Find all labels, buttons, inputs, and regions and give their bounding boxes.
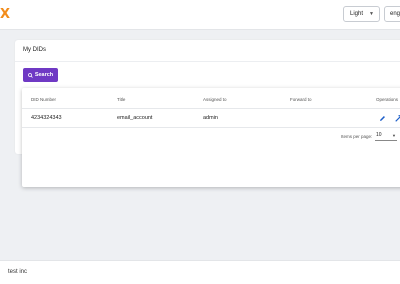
top-bar: X Light ▼ eng [0, 0, 400, 30]
search-button-label: Search [34, 72, 54, 78]
cell-title: email_account [117, 115, 153, 121]
dids-table: DID Number Title Assigned to Forward to … [22, 88, 400, 187]
cell-assigned-to: admin [203, 115, 218, 121]
column-header-did-number[interactable]: DID Number [31, 97, 56, 102]
chevron-down-icon: ▼ [369, 11, 374, 17]
divider [22, 108, 400, 109]
edit-icon[interactable] [379, 115, 386, 122]
app-logo[interactable]: X [0, 8, 10, 22]
items-per-page-select[interactable]: 10 ▼ [375, 132, 397, 141]
search-icon [27, 72, 33, 78]
items-per-page-label: Items per page: [341, 134, 373, 139]
theme-select[interactable]: Light ▼ [343, 6, 380, 22]
items-per-page-value: 10 [376, 132, 382, 138]
footer-text: test inc [8, 269, 28, 275]
column-header-operations: Operations [376, 97, 399, 102]
forward-icon[interactable] [395, 115, 400, 122]
divider [15, 61, 400, 62]
page-title: My DIDs [23, 47, 46, 53]
language-select[interactable]: eng [384, 6, 400, 22]
divider [22, 127, 400, 128]
chevron-down-icon: ▼ [392, 133, 396, 138]
column-header-forward-to[interactable]: Forward to [290, 97, 312, 102]
search-button[interactable]: Search [23, 68, 58, 82]
theme-select-value: Light [350, 11, 364, 17]
column-header-assigned-to[interactable]: Assigned to [203, 97, 227, 102]
footer: test inc [0, 260, 400, 284]
column-header-title[interactable]: Title [117, 97, 125, 102]
cell-did-number: 4234324343 [31, 115, 62, 121]
language-select-value: eng [390, 11, 400, 17]
dids-card: My DIDs Search DID Number Title Assigned… [15, 40, 400, 187]
